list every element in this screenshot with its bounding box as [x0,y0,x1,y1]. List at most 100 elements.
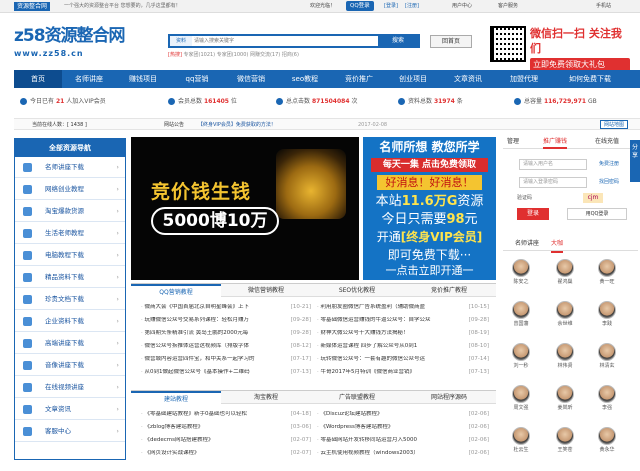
promo-banner[interactable]: 竞价钱生钱 5000博10万 [131,137,359,280]
hot-item[interactable]: 专家团(1021) [184,52,216,58]
sidebar-item[interactable]: 珍贵文档下载 › [15,289,125,310]
sidebar-item[interactable]: 音像讲座下载 › [15,355,125,376]
top-brand[interactable]: 资源整合网 [14,2,51,11]
sidebar-item[interactable]: 在线视频讲座 › [15,377,125,398]
lecturer-card[interactable]: 曾国藩 [507,301,535,345]
list-item[interactable]: · 微商大会《中国首届北京自明星峰会》上下 [10-21] [141,304,311,311]
nav-item[interactable]: qq营销 [170,70,224,88]
nav-item[interactable]: 文章资讯 [440,70,496,88]
sidebar-item[interactable]: 名师讲座下载 › [15,157,125,178]
list-item[interactable]: · 利用朋友圈微信广告系统盈利（辅助微商盈 [10-15] [317,304,489,311]
list-item[interactable]: · 《Discuz论坛建站教程》 [02-06] [317,411,489,418]
search-button[interactable]: 搜索 [378,36,418,46]
lecturer-card[interactable]: 陈安之 [507,259,535,303]
sidebar-item[interactable]: 高端讲座下载 › [15,333,125,354]
vip-promo[interactable]: 名师所想 教您所学 每天一集 点击免费领取 好消息！好消息！ 本站11.6万G资… [363,137,496,280]
password-field[interactable]: 请输入登录密码 [519,177,587,188]
sidebar-item[interactable]: 客服中心 › [15,421,125,442]
hot-item[interactable]: 招商(6) [282,52,299,58]
sidebar-item[interactable]: 生活老师教程 › [15,223,125,244]
lecturer-card[interactable]: 黄永华 [593,427,621,471]
register-link[interactable]: 免费注册 [599,159,619,170]
tab-wechat-marketing[interactable]: 微信营销教程 [221,284,311,297]
list-item[interactable]: · 《零基础建站教程》新手0基础也可以轻松 [04-18] [141,411,311,418]
tab-vip[interactable]: 推广赚钱 [543,135,568,149]
mobile-link[interactable]: 手机站 [596,2,611,11]
tab-lecture[interactable]: 名师讲座 [515,237,539,251]
list-item[interactable]: · 《dedecms网站搭建教程》 [02-07] [141,437,311,444]
back-home-button[interactable]: 回首页 [430,35,472,48]
hot-item[interactable]: 专家团(1000) [217,52,249,58]
tab-taobao[interactable]: 淘宝教程 [221,391,311,404]
search-category-select[interactable]: 资料 [170,36,192,46]
notice-link[interactable]: 【终身VIP会员】免费获取的方法！ [198,119,276,131]
nav-item[interactable]: 竞价推广 [332,70,386,88]
nav-item[interactable]: seo教程 [278,70,332,88]
list-item[interactable]: · 新媒体运营课程 四步了解公众号从0到1 [08-10] [317,343,489,350]
promo-line2[interactable]: 每天一集 点击免费领取 [371,158,488,172]
lecturer-card[interactable]: 王笑苍 [551,427,579,471]
list-item[interactable]: · 零基础网站开发转移同站运营月入5000 [02-06] [317,437,489,444]
promo-line8[interactable]: 一点击立即开通一 [371,263,488,278]
list-item[interactable]: · 《Wordpress博客建站教程》 [02-06] [317,424,489,431]
list-item[interactable]: · 玩转微信公众号：一套有趣的微信公众号运 [07-14] [317,356,489,363]
tab-qq-marketing[interactable]: QQ营销教程 [131,284,221,297]
tab-manage[interactable]: 管理 [507,135,519,149]
lecturer-card[interactable]: 李强 [593,385,621,429]
list-item[interactable]: · 从0到1做起微信公众号《基本操作+二维码 [07-13] [141,369,311,376]
nav-item[interactable]: 名师讲座 [62,70,116,88]
list-item[interactable]: · 第四期头条精准引流 黄岛王鹏的2000元每 [09-28] [141,330,311,337]
list-item[interactable]: · 微营城内容运营四件宝，和中关系一起学习的 [07-17] [141,356,311,363]
list-item[interactable]: · 《网页设计实战课程》 [02-07] [141,450,311,457]
sidebar-item[interactable]: 精品资料下载 › [15,267,125,288]
tab-bidding[interactable]: 竞价推广教程 [403,284,495,297]
sidebar-item[interactable]: 淘宝爆款货源 › [15,201,125,222]
list-item[interactable]: · 微信公众号拆推体运营这视频库（排版字体 [08-12] [141,343,311,350]
tab-seo[interactable]: SEO优化教程 [311,284,403,297]
login-link[interactable]: [登录] [384,2,398,11]
sidebar-item[interactable]: 文章资讯 › [15,399,125,420]
list-item[interactable]: · 牛哥2017年5月特训《微信商业营销》 [07-13] [317,369,489,376]
qq-login-button[interactable]: QQ登录 [346,1,374,11]
captcha-image[interactable]: cjm [583,193,603,203]
tab-site-building[interactable]: 建站教程 [131,391,221,404]
lecturer-card[interactable]: 黄一旺 [593,259,621,303]
site-map-button[interactable]: 网站地图 [599,120,628,129]
lecturer-card[interactable]: 姜岚昕 [551,385,579,429]
nav-item[interactable]: 创业项目 [386,70,440,88]
search-input[interactable] [194,36,354,46]
user-center-link[interactable]: 用户中心 [452,2,472,11]
list-item[interactable]: · 《zblog博客建站教程》 [03-06] [141,424,311,431]
tab-service[interactable]: 在线充值 [595,135,619,149]
login-button[interactable]: 登录 [517,208,549,220]
nav-item[interactable]: 赚钱项目 [116,70,170,88]
lecturer-card[interactable]: 杜云生 [507,427,535,471]
nav-item[interactable]: 微信营销 [224,70,278,88]
tab-bigshot[interactable]: 大咖 [551,237,564,253]
tab-ad-alliance[interactable]: 广告联盟教程 [311,391,403,404]
list-item[interactable]: · 玩赚微信公众号交易系列课程：轻松月赚万 [09-28] [141,317,311,324]
username-field[interactable]: 请输入用户名 [519,159,587,170]
sidebar-item[interactable]: 网络创业教程 › [15,179,125,200]
share-button[interactable]: 分享 [630,140,640,182]
lecturer-card[interactable]: 林伟贤 [551,343,579,387]
nav-item[interactable]: 加盟代理 [496,70,552,88]
lecturer-card[interactable]: 周文强 [507,385,535,429]
lecturer-card[interactable]: 林清玄 [593,343,621,387]
nav-item-home[interactable]: 首页 [14,70,62,88]
lecturer-card[interactable]: 翟鸿燊 [551,259,579,303]
tab-source-code[interactable]: 网站程序源码 [403,391,495,404]
lecturer-card[interactable]: 刘一秒 [507,343,535,387]
site-logo[interactable]: z58资源整合网 www.zz58.cn [14,22,164,62]
sidebar-item[interactable]: 电脑教程下载 › [15,245,125,266]
nav-item[interactable]: 如何免费下载 [552,70,628,88]
lecturer-card[interactable]: 余世维 [551,301,579,345]
list-item[interactable]: · 零基础微信运营赚钱的牛逼公众号：自学公众 [09-28] [317,317,489,324]
forgot-password-link[interactable]: 找回密码 [599,177,619,188]
lecturer-card[interactable]: 李践 [593,301,621,345]
customer-service-link[interactable]: 客户服务 [498,2,518,11]
list-item[interactable]: · 云主机使用视频教程（windows2003） [02-06] [317,450,489,457]
hot-item[interactable]: 网赚交流(17) [250,52,280,58]
list-item[interactable]: · 财神大微公众号十大赚钱方法揭秘！ [08-19] [317,330,489,337]
sidebar-item[interactable]: 企业资料下载 › [15,311,125,332]
